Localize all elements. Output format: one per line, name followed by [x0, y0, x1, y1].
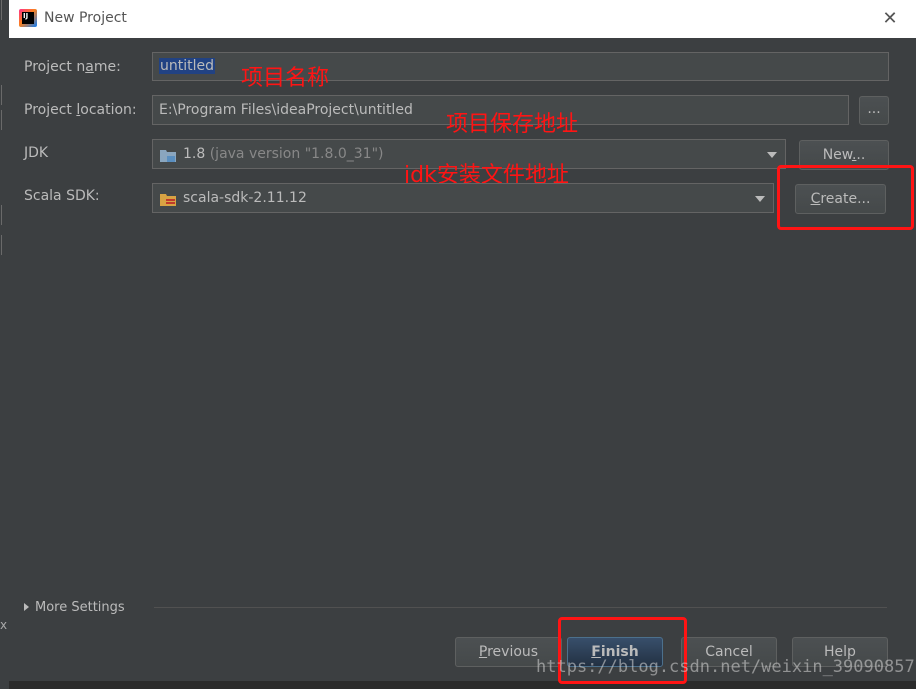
ide-strip-mark	[1, 85, 9, 105]
annotation-project-name: 项目名称	[241, 66, 330, 91]
new-project-dialog: IJ New Project ✕ Project name: untitled …	[9, 0, 916, 684]
jdk-version: 1.8	[183, 146, 206, 162]
project-name-label: Project name:	[24, 59, 121, 75]
project-location-value: E:\Program Files\ideaProject\untitled	[159, 102, 413, 118]
chevron-down-icon	[755, 196, 765, 202]
ide-strip-mark	[1, 205, 9, 225]
more-settings-toggle[interactable]: More Settings	[24, 600, 125, 615]
jdk-detail: (java version "1.8.0_31")	[209, 146, 384, 162]
title-bar: IJ New Project ✕	[9, 0, 916, 38]
scala-library-icon	[160, 194, 176, 206]
scala-sdk-select[interactable]: scala-sdk-2.11.12	[152, 183, 774, 213]
jdk-label: JDK	[24, 145, 49, 161]
project-name-value: untitled	[159, 58, 216, 74]
watermark: https://blog.csdn.net/weixin_39090857	[536, 657, 915, 677]
logo-text: IJ	[22, 12, 34, 24]
expand-arrow-icon	[24, 603, 29, 611]
ide-strip-mark	[1, 0, 9, 20]
window-title: New Project	[44, 10, 127, 26]
jdk-folder-icon	[160, 150, 176, 162]
ide-strip-mark	[1, 110, 9, 130]
intellij-logo-icon: IJ	[19, 9, 37, 27]
scala-sdk-label: Scala SDK:	[24, 188, 100, 204]
ide-strip-mark	[1, 235, 9, 255]
jdk-value: 1.8 (java version "1.8.0_31")	[183, 146, 383, 162]
scala-sdk-value: scala-sdk-2.11.12	[183, 190, 307, 206]
separator	[154, 607, 887, 608]
annotation-project-location: 项目保存地址	[446, 112, 579, 137]
more-settings-label: More Settings	[35, 600, 125, 615]
project-location-label: Project location:	[24, 102, 137, 118]
annotation-box-create	[777, 165, 914, 230]
chevron-down-icon	[767, 152, 777, 158]
close-icon[interactable]: ✕	[880, 9, 900, 29]
browse-location-button[interactable]: ...	[859, 96, 889, 125]
ide-side-text: x	[0, 618, 8, 632]
